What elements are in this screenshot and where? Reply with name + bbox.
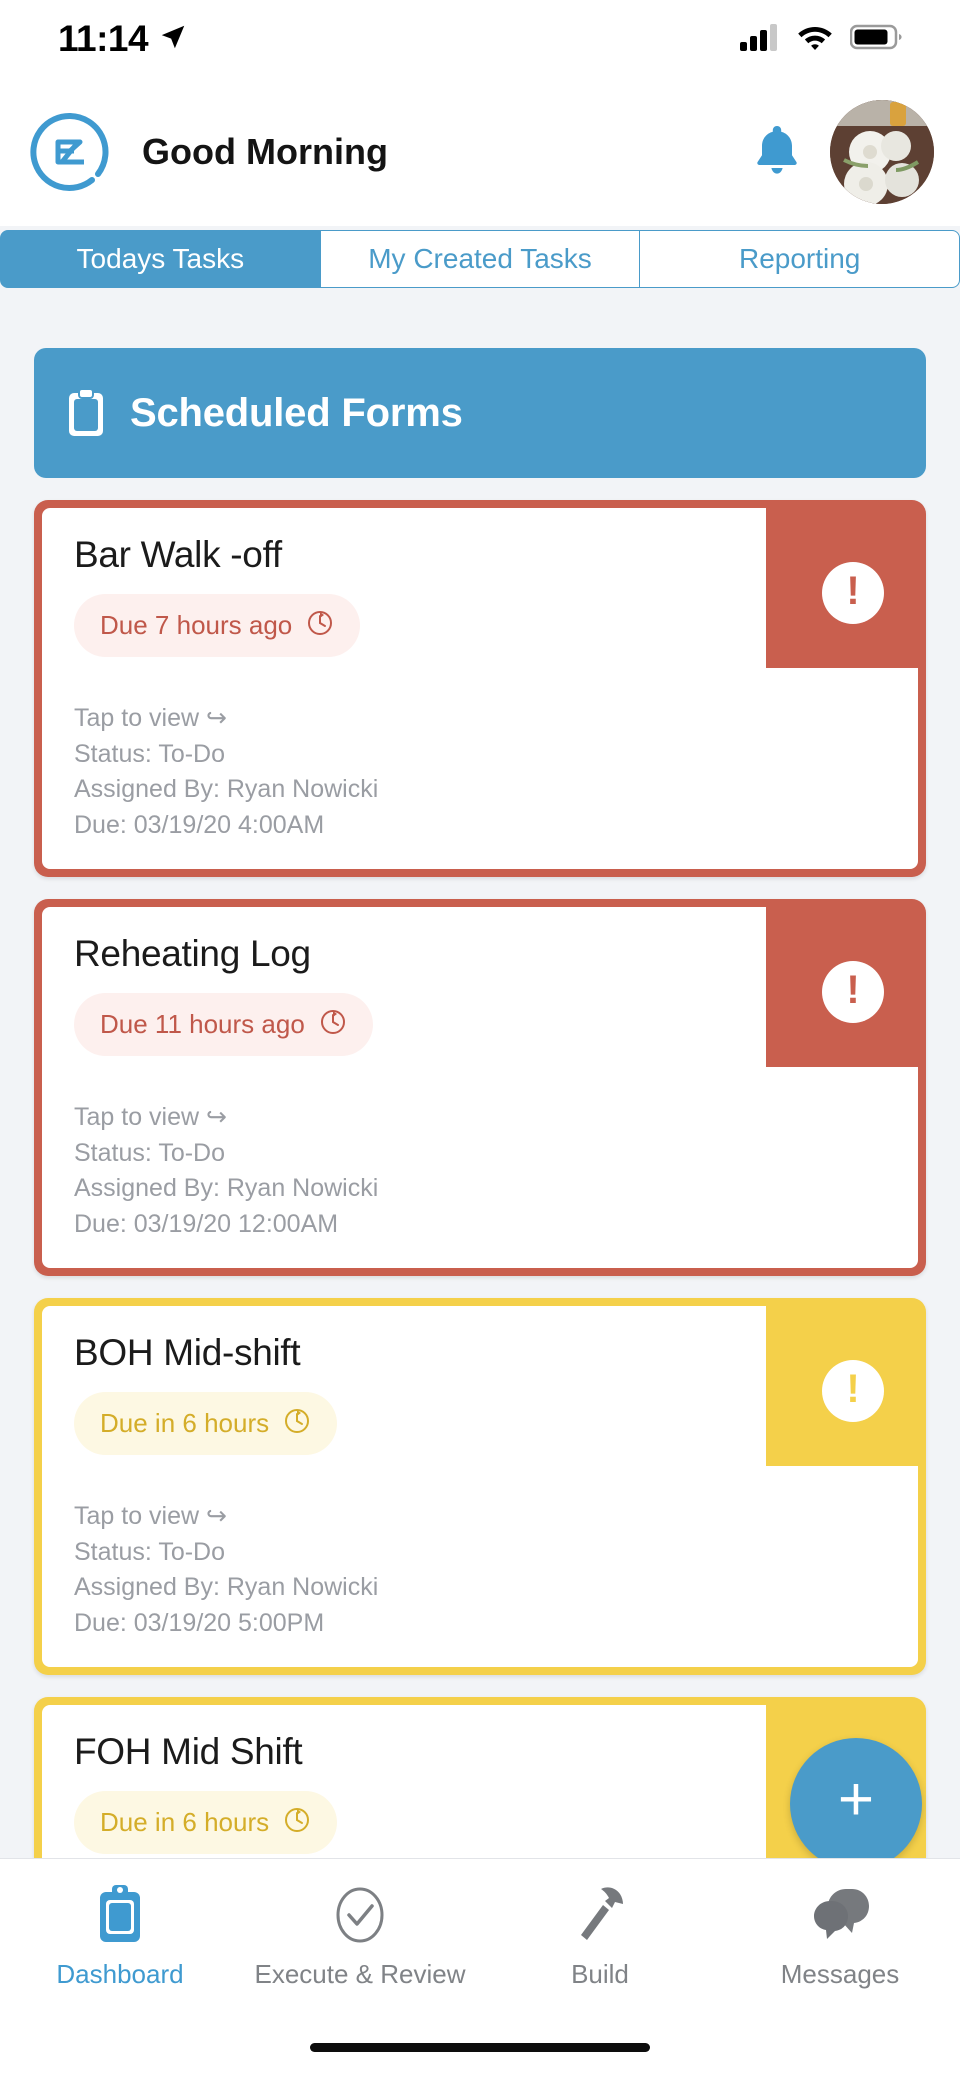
task-meta: Tap to view ↪ Status: To-Do Assigned By:… <box>74 701 888 843</box>
clipboard-icon <box>66 388 106 438</box>
due-badge: Due in 6 hours <box>74 1392 337 1455</box>
alert-icon: ! <box>822 562 884 624</box>
task-assigned-by: Assigned By: Ryan Nowicki <box>74 775 379 803</box>
task-card[interactable]: ! Reheating Log Due 11 hours ago Tap to … <box>34 899 926 1276</box>
task-status: Status: To-Do <box>74 1138 226 1167</box>
task-card-body: Bar Walk -off Due 7 hours ago Tap to vie… <box>42 508 918 869</box>
alert-icon: ! <box>822 961 884 1023</box>
task-assigned-by: Assigned By: Ryan Nowicki <box>74 1573 379 1601</box>
tab-my-created-tasks[interactable]: My Created Tasks <box>319 230 641 288</box>
location-arrow-icon <box>158 22 188 57</box>
tap-to-view-hint: Tap to view ↪ <box>74 704 227 732</box>
home-indicator <box>310 2043 650 2052</box>
task-title: Bar Walk -off <box>74 534 282 575</box>
bottom-navigation: Dashboard Execute & Review Build Message… <box>0 1858 960 2078</box>
chat-bubbles-icon <box>808 1883 872 1947</box>
task-list-scroll-area[interactable]: Scheduled Forms ! Bar Walk -off Due 7 ho… <box>0 288 960 1858</box>
app-screen: 11:14 Good Morning Todays Tasks My Creat… <box>0 0 960 2078</box>
due-text: Due 7 hours ago <box>100 610 293 640</box>
task-card[interactable]: ! Bar Walk -off Due 7 hours ago Tap to v… <box>34 500 926 877</box>
section-title: Scheduled Forms <box>130 390 463 435</box>
nav-label: Build <box>571 1959 629 1989</box>
alert-glyph: ! <box>846 1367 860 1411</box>
tab-label: My Created Tasks <box>368 243 592 274</box>
due-text: Due in 6 hours <box>100 1807 270 1837</box>
task-title: BOH Mid-shift <box>74 1332 301 1373</box>
app-header: Good Morning <box>0 78 960 226</box>
task-title: Reheating Log <box>74 933 311 974</box>
task-card[interactable]: ! FOH Mid Shift Due in 6 hours <box>34 1697 926 1858</box>
check-circle-icon <box>330 1883 390 1947</box>
clock-icon <box>283 1805 311 1840</box>
tab-label: Todays Tasks <box>76 243 245 274</box>
task-due-date: Due: 03/19/20 12:00AM <box>74 1209 339 1238</box>
nav-label: Execute & Review <box>254 1959 466 1989</box>
nav-item-build[interactable]: Build <box>480 1883 720 1990</box>
task-due-date: Due: 03/19/20 4:00AM <box>74 810 325 839</box>
notification-bell-button[interactable] <box>750 122 804 182</box>
task-meta: Tap to view ↪ Status: To-Do Assigned By:… <box>74 1499 888 1641</box>
task-title: FOH Mid Shift <box>74 1731 303 1772</box>
task-card-body: Reheating Log Due 11 hours ago Tap to vi… <box>42 907 918 1268</box>
alert-glyph: ! <box>846 968 860 1012</box>
cellular-signal-icon <box>740 23 780 56</box>
clock-icon <box>283 1406 311 1441</box>
task-due-date: Due: 03/19/20 5:00PM <box>74 1608 325 1637</box>
battery-icon <box>849 23 904 56</box>
due-badge: Due in 6 hours <box>74 1791 337 1854</box>
tap-to-view-hint: Tap to view ↪ <box>74 1502 227 1530</box>
tab-label: Reporting <box>738 243 861 274</box>
due-badge: Due 7 hours ago <box>74 594 360 657</box>
nav-label: Dashboard <box>56 1959 184 1989</box>
bell-icon <box>753 122 801 183</box>
status-bar-right <box>740 23 904 56</box>
task-card-body: BOH Mid-shift Due in 6 hours Tap to view… <box>42 1306 918 1667</box>
due-text: Due in 6 hours <box>100 1408 270 1438</box>
nav-label: Messages <box>780 1959 900 1989</box>
tap-to-view-hint: Tap to view ↪ <box>74 1103 227 1131</box>
nav-item-execute-review[interactable]: Execute & Review <box>240 1883 480 1990</box>
status-bar-left: 11:14 <box>58 18 188 60</box>
task-status: Status: To-Do <box>74 1537 226 1566</box>
due-badge: Due 11 hours ago <box>74 993 373 1056</box>
task-card[interactable]: ! BOH Mid-shift Due in 6 hours Tap to vi… <box>34 1298 926 1675</box>
hammer-icon <box>571 1883 629 1947</box>
scheduled-forms-banner[interactable]: Scheduled Forms <box>34 348 926 478</box>
wifi-icon <box>796 23 834 56</box>
clipboard-icon <box>92 1883 148 1947</box>
ez-logo <box>28 110 112 194</box>
add-task-button[interactable]: + <box>790 1738 922 1858</box>
tab-todays-tasks[interactable]: Todays Tasks <box>0 230 321 288</box>
clock-time: 11:14 <box>58 18 149 59</box>
task-assigned-by: Assigned By: Ryan Nowicki <box>74 1174 379 1202</box>
clock-icon <box>306 608 334 643</box>
task-status: Status: To-Do <box>74 739 226 768</box>
status-bar: 11:14 <box>0 0 960 78</box>
avatar[interactable] <box>830 100 934 204</box>
nav-item-dashboard[interactable]: Dashboard <box>0 1883 240 1990</box>
due-text: Due 11 hours ago <box>100 1009 305 1039</box>
tab-bar: Todays Tasks My Created Tasks Reporting <box>0 230 960 288</box>
greeting-title: Good Morning <box>142 131 388 172</box>
clock-icon <box>319 1007 347 1042</box>
nav-item-messages[interactable]: Messages <box>720 1883 960 1990</box>
task-meta: Tap to view ↪ Status: To-Do Assigned By:… <box>74 1100 888 1242</box>
alert-glyph: ! <box>846 569 860 613</box>
tab-reporting[interactable]: Reporting <box>639 230 960 288</box>
task-card-body: FOH Mid Shift Due in 6 hours <box>42 1705 918 1858</box>
plus-icon: + <box>837 1765 875 1834</box>
alert-icon: ! <box>822 1360 884 1422</box>
